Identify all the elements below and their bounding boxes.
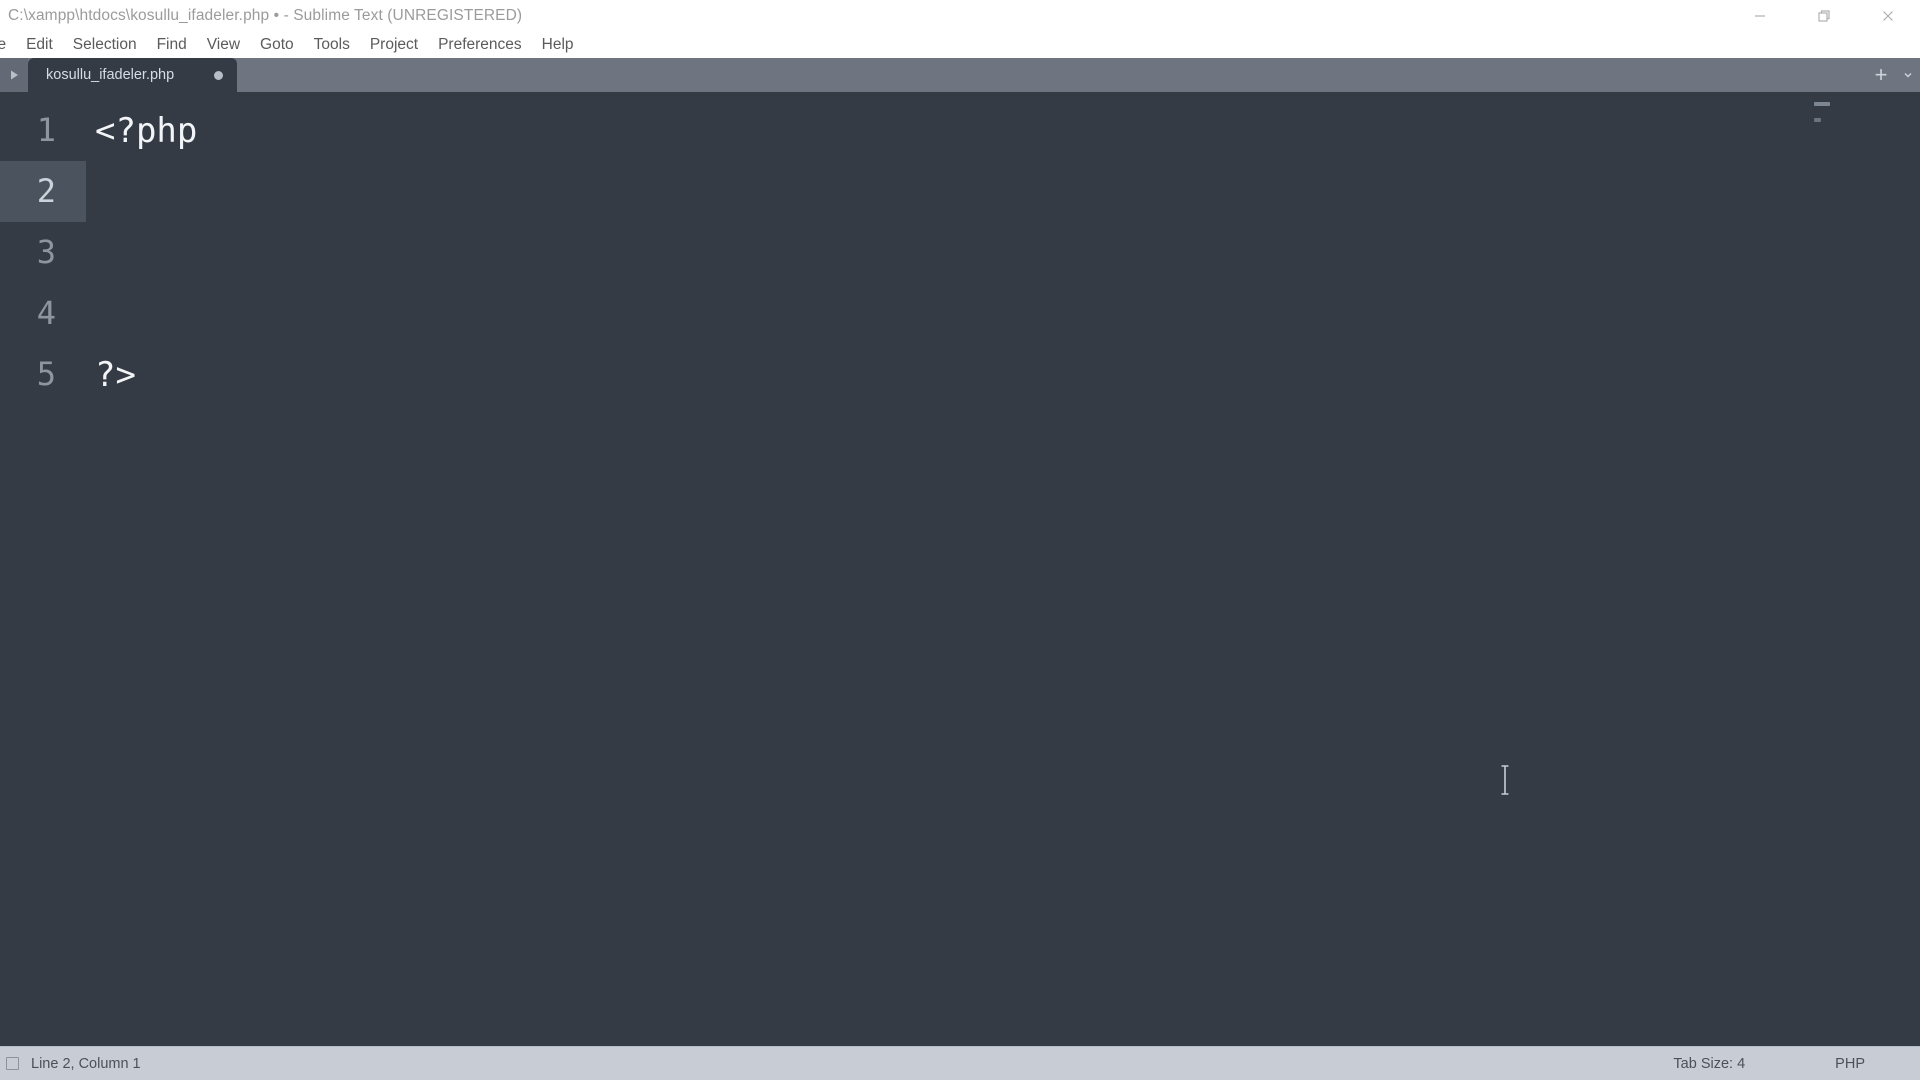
menu-item-edit[interactable]: Edit bbox=[16, 32, 63, 58]
menu-item-view[interactable]: View bbox=[197, 32, 250, 58]
menu-item-help[interactable]: Help bbox=[532, 32, 584, 58]
sidebar-toggle-button[interactable] bbox=[0, 58, 28, 92]
window-controls bbox=[1728, 0, 1920, 32]
code-line-content[interactable]: ?> bbox=[86, 355, 136, 395]
code-line-1[interactable]: 1 <?php bbox=[0, 100, 1920, 161]
menu-item-selection[interactable]: Selection bbox=[63, 32, 147, 58]
editor-area[interactable]: 1 <?php 2 3 4 5 ?> bbox=[0, 92, 1920, 1046]
gutter-line-number: 2 bbox=[0, 161, 86, 222]
status-bar: Line 2, Column 1 Tab Size: 4 PHP bbox=[0, 1046, 1920, 1080]
tab-label: kosullu_ifadeler.php bbox=[46, 67, 175, 83]
menu-item-file[interactable]: le bbox=[0, 32, 16, 58]
sublime-text-window: C:\xampp\htdocs\kosullu_ifadeler.php • -… bbox=[0, 0, 1920, 1080]
menu-item-goto[interactable]: Goto bbox=[250, 32, 304, 58]
status-bar-left: Line 2, Column 1 bbox=[0, 1056, 141, 1072]
syntax-label[interactable]: PHP bbox=[1835, 1056, 1865, 1072]
code-line-4[interactable]: 4 bbox=[0, 283, 1920, 344]
caret-position-label[interactable]: Line 2, Column 1 bbox=[31, 1056, 141, 1072]
menu-item-tools[interactable]: Tools bbox=[304, 32, 360, 58]
code-line-2[interactable]: 2 bbox=[0, 161, 1920, 222]
code-line-content[interactable]: <?php bbox=[86, 111, 197, 151]
tab-size-label[interactable]: Tab Size: 4 bbox=[1673, 1056, 1745, 1072]
code-line-3[interactable]: 3 bbox=[0, 222, 1920, 283]
code-line-5[interactable]: 5 ?> bbox=[0, 344, 1920, 405]
gutter-line-number: 5 bbox=[36, 355, 56, 393]
code-view[interactable]: 1 <?php 2 3 4 5 ?> bbox=[0, 92, 1920, 1046]
menu-item-project[interactable]: Project bbox=[360, 32, 428, 58]
chevron-down-glyph bbox=[1904, 73, 1912, 78]
new-tab-button[interactable]: + bbox=[1866, 58, 1896, 92]
close-icon bbox=[1883, 11, 1893, 21]
restore-icon bbox=[1818, 10, 1830, 22]
restore-button[interactable] bbox=[1792, 0, 1856, 32]
tab-bar-actions: + bbox=[1866, 58, 1920, 92]
encoding-box-icon[interactable] bbox=[6, 1057, 19, 1070]
tab-kosullu-ifadeler-php[interactable]: kosullu_ifadeler.php bbox=[28, 58, 238, 92]
close-button[interactable] bbox=[1856, 0, 1920, 32]
title-bar: C:\xampp\htdocs\kosullu_ifadeler.php • -… bbox=[0, 0, 1920, 32]
menu-item-preferences[interactable]: Preferences bbox=[428, 32, 532, 58]
minimize-icon bbox=[1755, 15, 1765, 17]
status-bar-right: Tab Size: 4 PHP bbox=[1673, 1056, 1920, 1072]
window-title: C:\xampp\htdocs\kosullu_ifadeler.php • -… bbox=[8, 7, 523, 24]
tab-bar: kosullu_ifadeler.php + bbox=[0, 58, 1920, 92]
chevron-down-icon[interactable] bbox=[1900, 58, 1916, 92]
menu-item-find[interactable]: Find bbox=[147, 32, 197, 58]
menu-bar: le Edit Selection Find View Goto Tools P… bbox=[0, 32, 1920, 58]
gutter-line-number: 4 bbox=[36, 294, 56, 332]
tab-dirty-indicator-icon[interactable] bbox=[214, 70, 224, 80]
minimize-button[interactable] bbox=[1728, 0, 1792, 32]
gutter-line-number: 3 bbox=[36, 233, 56, 271]
gutter-line-number: 1 bbox=[36, 111, 56, 149]
play-triangle-icon bbox=[11, 70, 18, 80]
